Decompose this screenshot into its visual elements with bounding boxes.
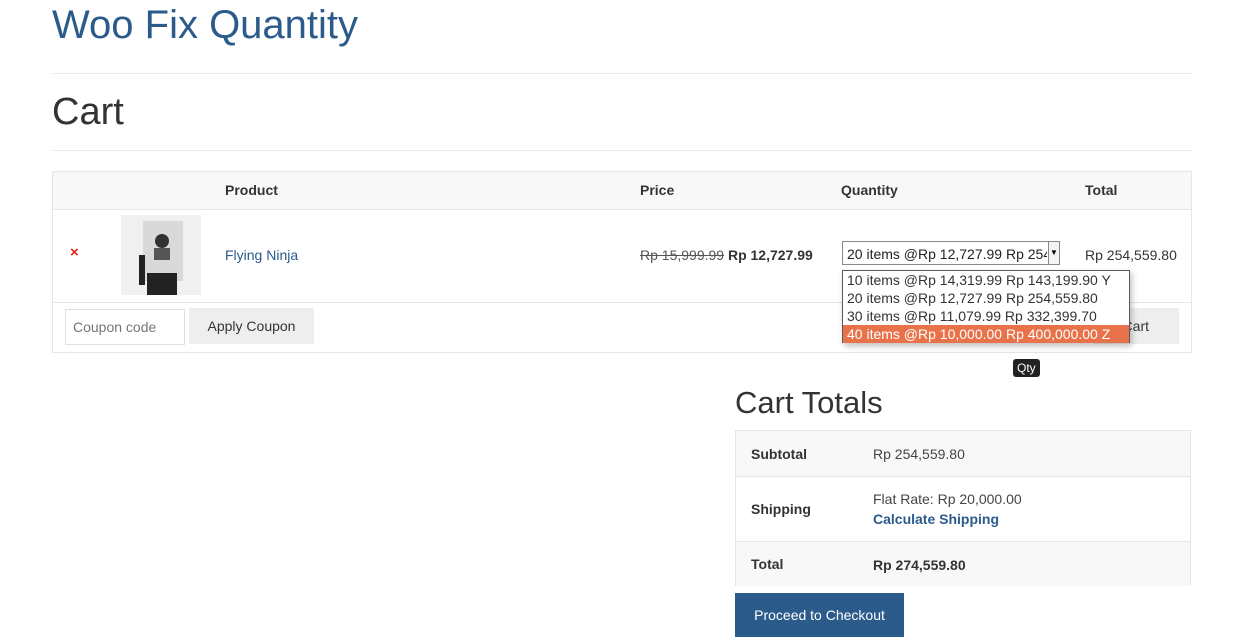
remove-x-icon[interactable]: × <box>70 244 79 261</box>
page-title: Cart <box>52 91 124 133</box>
product-price: Rp 15,999.99 Rp 12,727.99 <box>640 247 813 263</box>
order-total-value: Rp 274,559.80 <box>873 557 966 573</box>
column-header-quantity: Quantity <box>841 182 898 198</box>
site-title[interactable]: Woo Fix Quantity <box>52 2 358 48</box>
quantity-select[interactable]: 20 items @Rp 12,727.99 Rp 254,559.80 ▼ <box>842 241 1060 265</box>
proceed-to-checkout-button[interactable]: Proceed to Checkout <box>735 593 904 637</box>
column-header-product: Product <box>225 182 278 198</box>
cart-totals-heading: Cart Totals <box>735 385 883 420</box>
quantity-selected-value: 20 items @Rp 12,727.99 Rp 254,559.80 <box>847 246 1047 262</box>
subtotal-row: Subtotal Rp 254,559.80 <box>736 431 1190 477</box>
subtotal-value: Rp 254,559.80 <box>873 446 965 462</box>
apply-coupon-button[interactable]: Apply Coupon <box>189 308 314 344</box>
sale-price: Rp 12,727.99 <box>727 247 813 263</box>
update-cart-label: Cart <box>1122 318 1149 334</box>
qty-tooltip: Qty <box>1013 359 1040 377</box>
quantity-dropdown-list[interactable]: 10 items @Rp 14,319.99 Rp 143,199.90 Y 2… <box>842 270 1130 343</box>
cart-totals-table: Subtotal Rp 254,559.80 Shipping Flat Rat… <box>735 430 1191 586</box>
coupon-code-input[interactable] <box>65 309 185 345</box>
shipping-label: Shipping <box>751 501 811 517</box>
calculate-shipping-link[interactable]: Calculate Shipping <box>873 511 999 527</box>
order-total-label: Total <box>751 556 784 572</box>
product-name-link[interactable]: Flying Ninja <box>225 247 298 263</box>
ninja-poster-image <box>121 215 201 295</box>
quantity-option[interactable]: 30 items @Rp 11,079.99 Rp 332,399.70 <box>843 307 1129 325</box>
title-divider <box>52 150 1192 151</box>
shipping-row: Shipping Flat Rate: Rp 20,000.00 Calcula… <box>736 477 1190 542</box>
order-total-row: Total Rp 274,559.80 <box>736 542 1190 586</box>
column-header-price: Price <box>640 182 675 198</box>
original-price: Rp 15,999.99 <box>640 247 725 263</box>
quantity-option[interactable]: 10 items @Rp 14,319.99 Rp 143,199.90 Y <box>843 271 1129 289</box>
product-thumbnail[interactable] <box>121 215 201 295</box>
header-divider <box>52 73 1192 74</box>
line-total: Rp 254,559.80 <box>1085 247 1177 263</box>
subtotal-label: Subtotal <box>751 446 807 462</box>
quantity-option[interactable]: 20 items @Rp 12,727.99 Rp 254,559.80 <box>843 289 1129 307</box>
column-header-total: Total <box>1085 182 1118 198</box>
chevron-down-icon[interactable]: ▼ <box>1048 242 1059 264</box>
quantity-option-highlighted[interactable]: 40 items @Rp 10,000.00 Rp 400,000.00 Z <box>843 325 1129 343</box>
shipping-value: Flat Rate: Rp 20,000.00 <box>873 491 1022 507</box>
cart-table-header: Product Price Quantity Total <box>53 172 1191 210</box>
